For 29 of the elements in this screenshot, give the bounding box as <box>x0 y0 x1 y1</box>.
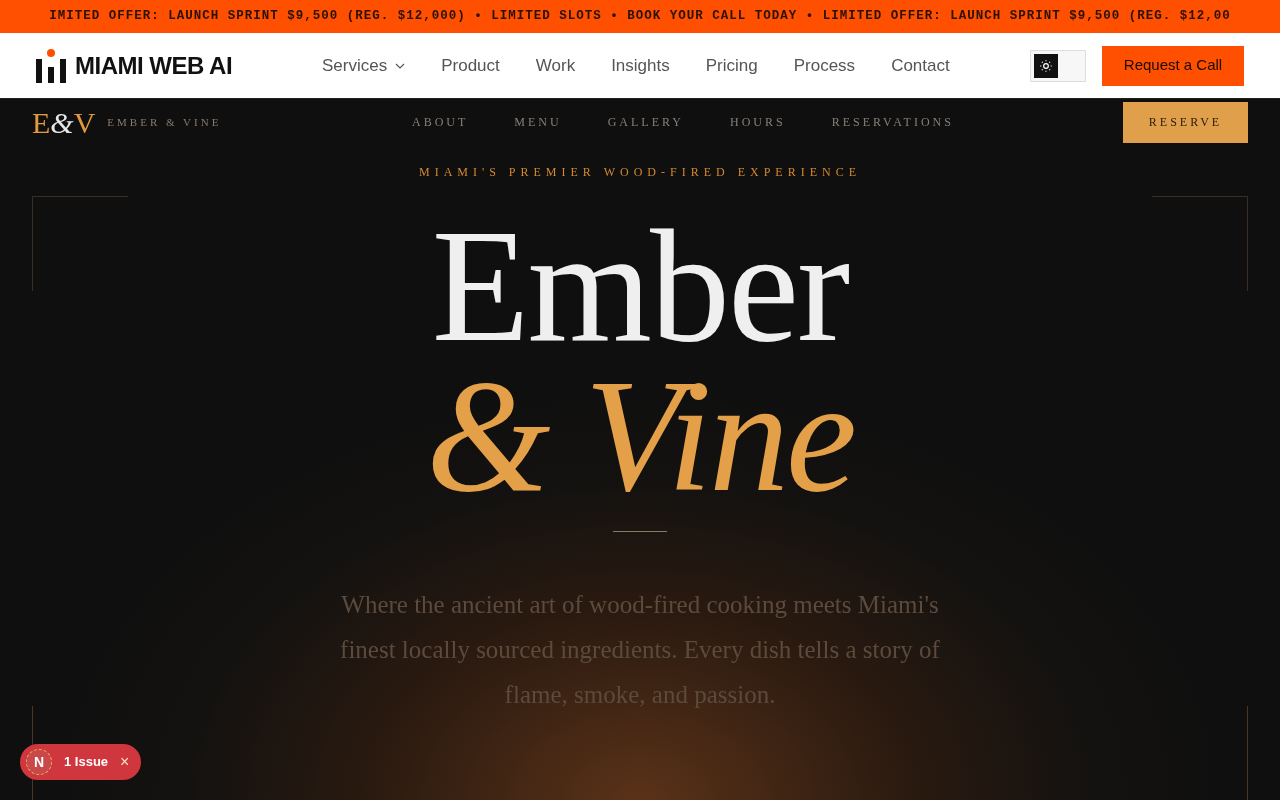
logo-icon <box>36 48 67 83</box>
restaurant-logo: E&V <box>32 104 96 141</box>
nav-link[interactable]: Contact <box>891 52 950 79</box>
nav-link[interactable]: Insights <box>611 52 670 79</box>
nav-link[interactable]: Process <box>793 52 856 79</box>
restaurant-nav-link[interactable]: HOURS <box>730 113 786 131</box>
nav-link[interactable]: Services <box>322 52 406 79</box>
ticker-text: IMITED OFFER: LAUNCH SPRINT $9,500 (REG. $12,000) • LIMITED SLOTS • BOOK YOUR CALL TODAY • LIMITED OFFER: LAUNCH SPRINT $9,500 (REG. $12,00 <box>49 8 1231 26</box>
nav-link[interactable]: Work <box>535 52 576 79</box>
hero-title: Ember <box>431 211 849 361</box>
hero-subtitle: & Vine <box>426 361 854 511</box>
close-button[interactable]: × <box>120 750 130 774</box>
sun-icon <box>1039 58 1053 73</box>
hero-eyebrow: MIAMI'S PREMIER WOOD-FIRED EXPERIENCE <box>419 164 861 181</box>
chevron-down-icon <box>395 62 406 69</box>
request-call-button[interactable]: Request a Call <box>1102 45 1244 86</box>
issue-count: 1 Issue <box>64 753 109 772</box>
nav-link[interactable]: Pricing <box>705 52 758 79</box>
badge-logo: N <box>26 749 52 775</box>
brand-name: MIAMI WEB AI <box>75 50 233 81</box>
restaurant-name: EMBER & VINE <box>107 114 222 130</box>
issue-badge[interactable]: N 1 Issue × <box>20 744 142 780</box>
theme-toggle[interactable] <box>1030 49 1086 82</box>
restaurant-nav-link[interactable]: RESERVATIONS <box>831 113 954 131</box>
reserve-button[interactable]: RESERVE <box>1123 101 1248 143</box>
restaurant-nav-link[interactable]: ABOUT <box>412 113 469 131</box>
restaurant-nav-link[interactable]: MENU <box>514 113 562 131</box>
nav-link[interactable]: Product <box>441 52 500 79</box>
restaurant-nav-link[interactable]: GALLERY <box>607 113 685 131</box>
